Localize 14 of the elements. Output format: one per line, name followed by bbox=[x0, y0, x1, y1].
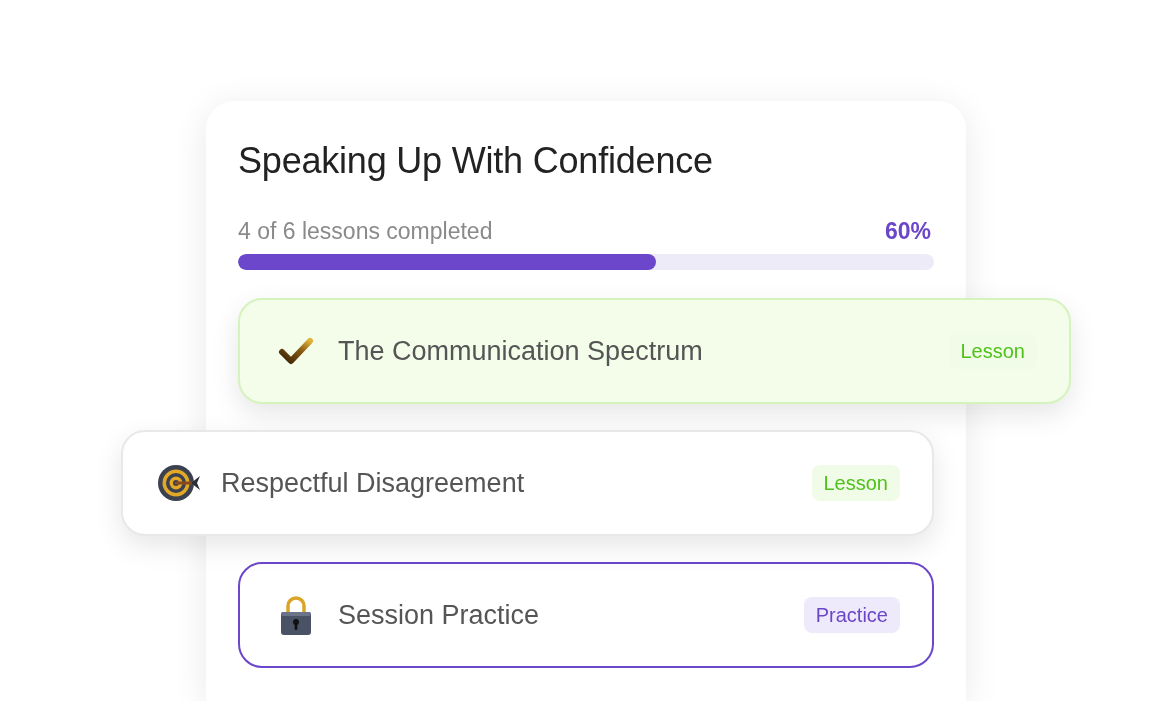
lesson-item[interactable]: The Communication Spectrum Lesson bbox=[238, 298, 1071, 404]
lesson-item[interactable]: Session Practice Practice bbox=[238, 562, 934, 668]
lesson-type-tag: Practice bbox=[803, 597, 900, 633]
lesson-title: The Communication Spectrum bbox=[338, 335, 704, 368]
lesson-title: Session Practice bbox=[338, 599, 541, 632]
course-title: Speaking Up With Confidence bbox=[238, 139, 714, 183]
check-icon bbox=[278, 337, 314, 365]
lesson-type-tag: Lesson bbox=[811, 465, 900, 501]
progress-label: 4 of 6 lessons completed bbox=[238, 217, 493, 245]
padlock-icon bbox=[280, 595, 312, 635]
lesson-item[interactable]: Respectful Disagreement Lesson bbox=[121, 430, 934, 536]
lesson-title: Respectful Disagreement bbox=[221, 467, 526, 500]
target-icon bbox=[157, 464, 201, 502]
progress-percent: 60% bbox=[884, 217, 931, 245]
